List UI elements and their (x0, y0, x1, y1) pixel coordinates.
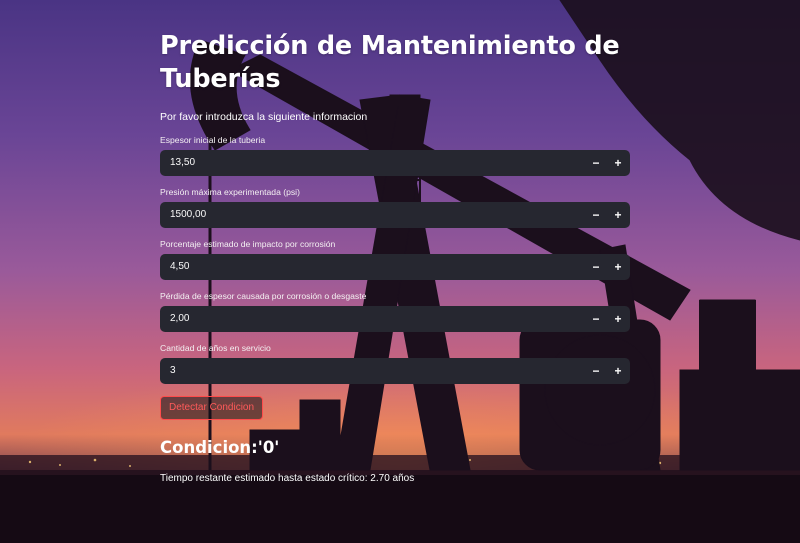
field-thickness-loss: Pérdida de espesor causada por corrosión… (160, 290, 630, 332)
field-label: Espesor inicial de la tuberia (160, 135, 266, 145)
input-value[interactable]: 3 (160, 358, 585, 384)
field-label: Porcentaje estimado de impacto por corro… (160, 239, 336, 249)
input-value[interactable]: 4,50 (160, 254, 585, 280)
field-label: Presión máxima experimentada (psi) (160, 187, 300, 197)
increment-button[interactable]: + (607, 254, 629, 280)
input-value[interactable]: 1500,00 (160, 202, 585, 228)
main-content: Predicción de Mantenimiento de Tuberías … (160, 30, 630, 486)
field-label: Cantidad de años en servicio (160, 343, 271, 353)
page-title: Predicción de Mantenimiento de Tuberías (160, 31, 620, 94)
decrement-button[interactable]: − (585, 358, 607, 384)
input-value[interactable]: 13,50 (160, 150, 585, 176)
max-pressure-input[interactable]: 1500,00 − + (160, 202, 630, 228)
increment-button[interactable]: + (607, 306, 629, 332)
decrement-button[interactable]: − (585, 306, 607, 332)
instructions-text: Por favor introduzca la siguiente inform… (160, 111, 368, 123)
increment-button[interactable]: + (607, 202, 629, 228)
thickness-loss-input[interactable]: 2,00 − + (160, 306, 630, 332)
initial-thickness-input[interactable]: 13,50 − + (160, 150, 630, 176)
corrosion-impact-input[interactable]: 4,50 − + (160, 254, 630, 280)
field-initial-thickness: Espesor inicial de la tuberia 13,50 − + (160, 134, 630, 176)
decrement-button[interactable]: − (585, 150, 607, 176)
detect-condition-button[interactable]: Detectar Condicion (160, 396, 264, 420)
field-corrosion-impact: Porcentaje estimado de impacto por corro… (160, 238, 630, 280)
field-label: Pérdida de espesor causada por corrosión… (160, 291, 367, 301)
years-in-service-input[interactable]: 3 − + (160, 358, 630, 384)
increment-button[interactable]: + (607, 150, 629, 176)
increment-button[interactable]: + (607, 358, 629, 384)
decrement-button[interactable]: − (585, 254, 607, 280)
input-value[interactable]: 2,00 (160, 306, 585, 332)
field-years-in-service: Cantidad de años en servicio 3 − + (160, 342, 630, 384)
field-max-pressure: Presión máxima experimentada (psi) 1500,… (160, 186, 630, 228)
remaining-time-text: Tiempo restante estimado hasta estado cr… (160, 473, 415, 484)
decrement-button[interactable]: − (585, 202, 607, 228)
condition-result-heading: Condicion:'0' (160, 438, 280, 457)
